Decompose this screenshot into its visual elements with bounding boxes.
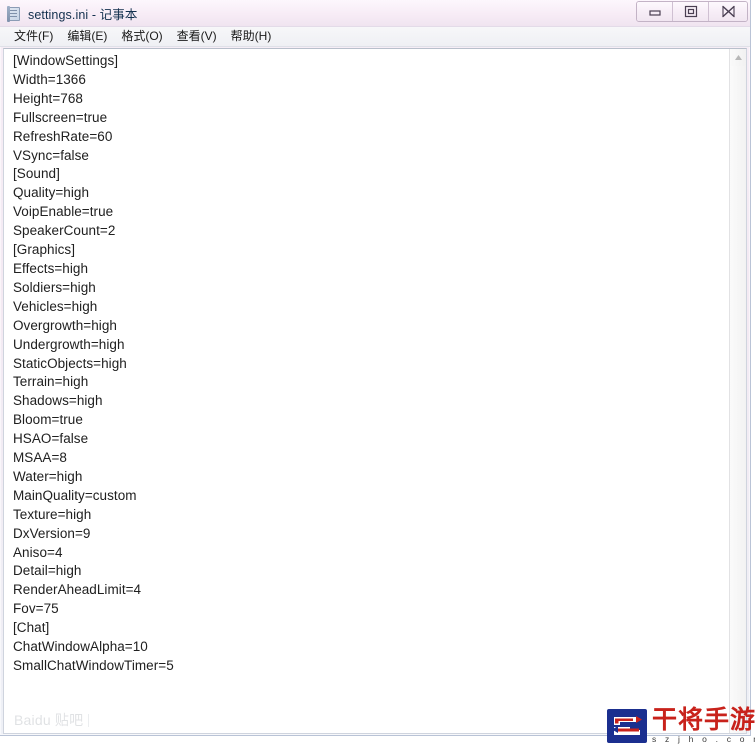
- text-line: Bloom=true: [13, 412, 83, 428]
- text-line: Quality=high: [13, 185, 90, 201]
- minimize-icon: [648, 9, 661, 16]
- text-editor[interactable]: [WindowSettings] Width=1366 Height=768 Full…: [4, 49, 729, 733]
- menu-item-help[interactable]: 帮助(H): [225, 28, 280, 46]
- menu-item-edit[interactable]: 编辑(E): [61, 28, 115, 46]
- text-line: Detail=high: [13, 563, 82, 579]
- menu-bar: 文件(F) 编辑(E) 格式(O) 查看(V) 帮助(H): [0, 27, 750, 47]
- text-line: Water=high: [13, 468, 83, 484]
- text-line: Fullscreen=true: [13, 109, 108, 125]
- scroll-up-icon: [734, 55, 742, 60]
- scroll-up-button[interactable]: [730, 49, 746, 66]
- notepad-window: settings.ini - 记事本 文件(F) 编辑(E) 格式(O) 查看(…: [0, 0, 751, 736]
- text-line: MainQuality=custom: [13, 487, 137, 503]
- window-controls: [636, 1, 748, 22]
- text-line: SmallChatWindowTimer=5: [13, 658, 174, 673]
- desktop-background: settings.ini - 记事本 文件(F) 编辑(E) 格式(O) 查看(…: [0, 0, 755, 747]
- text-line: VoipEnable=true: [13, 204, 114, 220]
- text-line: Height=768: [13, 90, 83, 106]
- text-line: Soldiers=high: [13, 279, 96, 295]
- notepad-icon: [6, 5, 22, 22]
- menu-item-file[interactable]: 文件(F): [8, 28, 61, 46]
- text-line: HSAO=false: [13, 431, 89, 447]
- text-line: Terrain=high: [13, 374, 89, 390]
- text-line: Effects=high: [13, 260, 89, 276]
- text-line: RefreshRate=60: [13, 128, 113, 144]
- text-line: VSync=false: [13, 147, 89, 163]
- window-title-bar[interactable]: settings.ini - 记事本: [0, 0, 750, 27]
- text-line: [WindowSettings]: [13, 53, 119, 68]
- text-line: Width=1366: [13, 71, 86, 87]
- close-button[interactable]: [709, 2, 747, 21]
- text-line: Fov=75: [13, 601, 59, 617]
- text-line: Texture=high: [13, 506, 92, 522]
- text-line: Overgrowth=high: [13, 317, 117, 333]
- text-line: DxVersion=9: [13, 525, 91, 541]
- menu-item-format[interactable]: 格式(O): [115, 28, 170, 46]
- minimize-button[interactable]: [637, 2, 673, 21]
- text-line: RenderAheadLimit=4: [13, 582, 142, 598]
- editor-client-area: [WindowSettings] Width=1366 Height=768 Full…: [3, 48, 747, 734]
- text-line: ChatWindowAlpha=10: [13, 639, 148, 655]
- close-icon: [721, 5, 735, 18]
- text-line: SpeakerCount=2: [13, 223, 116, 239]
- maximize-button[interactable]: [673, 2, 709, 21]
- text-line: StaticObjects=high: [13, 355, 127, 371]
- scrollbar-track[interactable]: [730, 66, 746, 733]
- text-line: Vehicles=high: [13, 298, 98, 314]
- text-line: [Graphics]: [13, 242, 76, 258]
- vertical-scrollbar[interactable]: [729, 49, 746, 733]
- menu-item-view[interactable]: 查看(V): [171, 28, 225, 46]
- text-line: Aniso=4: [13, 544, 63, 560]
- text-line: [Sound]: [13, 166, 60, 182]
- text-line: [Chat]: [13, 620, 50, 636]
- maximize-icon: [684, 5, 697, 18]
- text-line: Undergrowth=high: [13, 336, 125, 352]
- window-title: settings.ini - 记事本: [28, 7, 138, 22]
- text-line: MSAA=8: [13, 450, 67, 466]
- text-line: Shadows=high: [13, 393, 103, 409]
